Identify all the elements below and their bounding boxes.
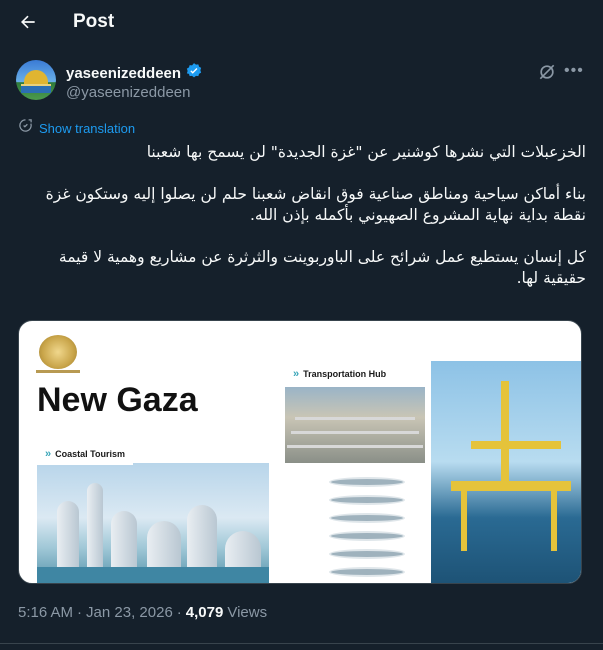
views-count: 4,079 (185, 604, 224, 621)
post-header: Post (0, 0, 603, 46)
tower-ring (329, 531, 405, 541)
post-date[interactable]: Jan 23, 2026 (86, 604, 173, 621)
tower-shape (225, 531, 261, 571)
back-arrow-icon[interactable] (16, 10, 40, 34)
post-meta: 5:16 AM · Jan 23, 2026 · 4,079 Views (18, 604, 267, 621)
author-name-row: yaseenizeddeen (66, 62, 203, 85)
road-lane (295, 417, 415, 420)
coastal-tourism-tag: » Coastal Tourism (37, 443, 133, 465)
platform-deck (451, 481, 571, 491)
post-paragraph: بناء أماكن سياحية ومناطق صناعية فوق انقا… (45, 185, 586, 224)
tower-shape (111, 511, 137, 571)
post-text: الخزعبلات التي نشرها كوشنير عن "غزة الجد… (16, 142, 586, 310)
page-title: Post (73, 11, 115, 32)
brand-logo-underline (36, 370, 80, 373)
post-media-image[interactable]: New Gaza » Coastal Tourism » Transportat… (18, 320, 582, 584)
tower-ring (329, 513, 405, 523)
tower-ring (329, 567, 405, 577)
chevron-icon: » (45, 448, 51, 460)
platform-leg (551, 491, 557, 551)
derrick-girder (501, 381, 509, 491)
grok-icon[interactable] (537, 62, 557, 82)
transportation-hub-label: Transportation Hub (303, 369, 387, 379)
road-lane (287, 445, 423, 448)
author-handle[interactable]: @yaseenizeddeen (66, 84, 190, 101)
translate-label[interactable]: Show translation (39, 121, 135, 136)
meta-separator: · (77, 604, 83, 621)
coastal-tourism-photo (37, 463, 269, 583)
avatar[interactable] (16, 60, 56, 100)
tower-ring (329, 495, 405, 505)
author-display-name[interactable]: yaseenizeddeen (66, 65, 181, 82)
post-time[interactable]: 5:16 AM (18, 604, 73, 621)
brand-logo (39, 335, 77, 369)
water-shape (37, 567, 269, 583)
chevron-icon: » (293, 368, 299, 380)
media-headline: New Gaza (37, 381, 198, 419)
platform-deck (471, 441, 561, 449)
dome-graphic (24, 70, 48, 84)
ring-tower-graphic (319, 471, 415, 581)
platform-leg (461, 491, 467, 551)
dome-base-graphic (21, 84, 51, 93)
tower-shape (87, 483, 103, 571)
post-paragraph: كل إنسان يستطيع عمل شرائح على الباوربوين… (58, 248, 586, 287)
translate-icon (18, 118, 33, 138)
road-lane (291, 431, 419, 434)
oil-platform-photo (431, 361, 581, 583)
tower-shape (187, 505, 217, 571)
views-label: Views (227, 604, 268, 621)
tower-shape (57, 501, 79, 571)
tower-ring (329, 477, 405, 487)
tower-shape (147, 521, 181, 571)
verified-badge-icon (185, 62, 203, 85)
transportation-hub-tag: » Transportation Hub (285, 363, 395, 385)
transportation-hub-photo (285, 387, 425, 463)
tower-ring (329, 549, 405, 559)
divider (0, 643, 603, 644)
post-paragraph: الخزعبلات التي نشرها كوشنير عن "غزة الجد… (146, 143, 586, 161)
more-icon[interactable]: ••• (564, 62, 584, 82)
meta-separator: · (176, 604, 182, 621)
show-translation-link[interactable]: Show translation (18, 118, 135, 138)
coastal-tourism-label: Coastal Tourism (55, 449, 125, 459)
